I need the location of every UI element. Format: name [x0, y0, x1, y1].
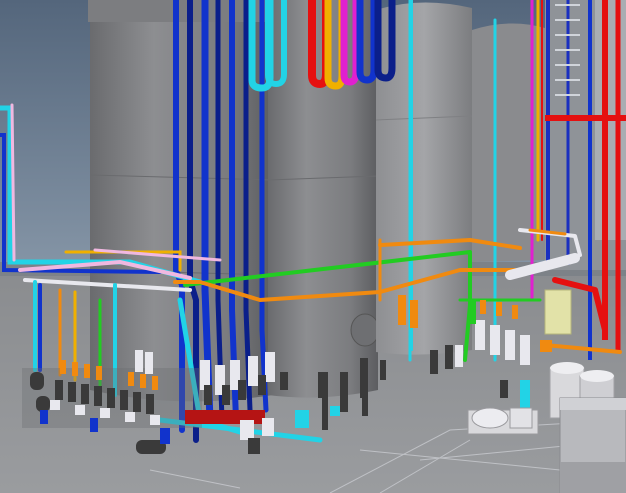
industrial-plant-3d-render: [0, 0, 626, 493]
pump-skid: [467, 407, 539, 435]
